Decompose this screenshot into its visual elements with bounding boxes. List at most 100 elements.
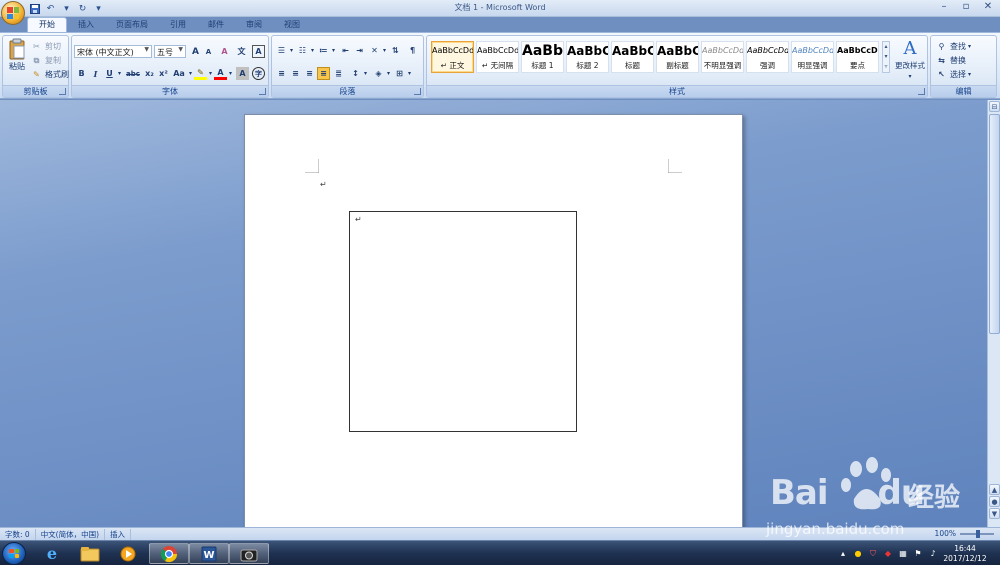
align-left-button[interactable]: ≡ (275, 67, 288, 80)
close-button[interactable]: ✕ (978, 0, 998, 14)
justify-button[interactable]: ≡ (317, 67, 330, 80)
taskbar-explorer[interactable] (70, 543, 110, 564)
numbering-button[interactable]: ☷ ▾ (296, 44, 314, 57)
taskbar-chrome[interactable] (149, 543, 189, 564)
font-color-button[interactable]: A ▾ (214, 67, 232, 80)
gallery-more-icon[interactable]: ▿ (883, 62, 889, 72)
strikethrough-button[interactable]: abc (125, 67, 141, 80)
chevron-down-icon[interactable]: ▾ (883, 52, 889, 62)
browse-object-icon[interactable]: ● (989, 496, 1000, 507)
ruler-toggle-icon[interactable]: ⊟ (989, 101, 1000, 112)
italic-button[interactable]: I (89, 67, 102, 80)
subscript-button[interactable]: x₂ (143, 67, 156, 80)
taskbar-camera-app[interactable] (229, 543, 269, 564)
format-painter-button[interactable]: ✎ 格式刷 (30, 68, 69, 81)
increase-indent-button[interactable]: ⇥ (353, 44, 366, 57)
taskbar-ie[interactable]: e (32, 543, 72, 564)
chinese-layout-button[interactable]: ✕ ▾ (368, 44, 386, 57)
clock[interactable]: 16:44 2017/12/12 (938, 544, 992, 564)
grow-font-button[interactable]: A (189, 45, 202, 58)
style-emphasis[interactable]: AaBbCcDd 强调 (746, 41, 789, 73)
underline-button[interactable]: U ▾ (103, 67, 121, 80)
styles-gallery-scroll[interactable]: ▴ ▾ ▿ (882, 41, 890, 73)
replace-button[interactable]: ⇆ 替换 (935, 54, 966, 67)
font-size-select[interactable]: 五号 ▼ (154, 45, 186, 58)
highlight-button[interactable]: ✎ ▾ (194, 67, 212, 80)
taskbar-media-player[interactable] (108, 543, 148, 564)
shrink-font-button[interactable]: A (202, 45, 215, 58)
borders-button[interactable]: ⊞ ▾ (393, 67, 411, 80)
font-name-select[interactable]: 宋体 (中文正文) ▼ (74, 45, 152, 58)
bold-button[interactable]: B (75, 67, 88, 80)
style-title[interactable]: AaBbC 标题 (611, 41, 654, 73)
character-shading-button[interactable]: A (236, 67, 249, 80)
tab-insert[interactable]: 插入 (67, 18, 105, 32)
qq-icon[interactable]: ● (853, 549, 863, 559)
zoom-slider-knob[interactable] (976, 530, 980, 538)
shading-button[interactable]: ◈ ▾ (372, 67, 390, 80)
sort-button[interactable]: ⇅ (389, 44, 402, 57)
clear-format-button[interactable]: A (218, 45, 231, 58)
find-button[interactable]: ⚲ 查找 ▾ (935, 40, 971, 53)
document-area[interactable]: ↵ ↵ (0, 100, 987, 527)
paragraph-launcher-icon[interactable] (414, 88, 421, 95)
tab-page-layout[interactable]: 页面布局 (105, 18, 159, 32)
security-icon[interactable]: ⛉ (868, 549, 878, 559)
volume-icon[interactable]: ♪ (928, 549, 938, 559)
change-styles-button[interactable]: A 更改样式 ▾ (893, 40, 927, 81)
tab-review[interactable]: 审阅 (235, 18, 273, 32)
minimize-button[interactable]: – (934, 0, 954, 14)
document-page[interactable]: ↵ ↵ (244, 114, 743, 527)
scrollbar-thumb[interactable] (989, 114, 1000, 334)
align-right-button[interactable]: ≡ (303, 67, 316, 80)
bullets-button[interactable]: ☰ ▾ (275, 44, 293, 57)
superscript-button[interactable]: x² (157, 67, 170, 80)
tab-home[interactable]: 开始 (27, 17, 67, 32)
insert-mode-indicator[interactable]: 插入 (105, 528, 132, 540)
language-indicator[interactable]: 中文(简体，中国) (36, 528, 106, 540)
change-case-button[interactable]: Aa ▾ (171, 67, 192, 80)
start-button[interactable] (2, 542, 26, 565)
styles-launcher-icon[interactable] (918, 88, 925, 95)
chevron-up-icon[interactable]: ▴ (883, 42, 889, 52)
multilevel-list-button[interactable]: ≔ ▾ (317, 44, 335, 57)
tab-view[interactable]: 视图 (273, 18, 311, 32)
network-icon[interactable]: ▦ (898, 549, 908, 559)
style-subtitle[interactable]: AaBbC 副标题 (656, 41, 699, 73)
flag-icon[interactable]: ⚑ (913, 549, 923, 559)
style-normal[interactable]: AaBbCcDd ↵ 正文 (431, 41, 474, 73)
show-marks-button[interactable]: ¶ (406, 44, 419, 57)
line-spacing-button[interactable]: ↕ ▾ (349, 67, 367, 80)
style-intense-emphasis[interactable]: AaBbCcDd 明显强调 (791, 41, 834, 73)
word-count[interactable]: 字数: 0 (0, 528, 36, 540)
decrease-indent-button[interactable]: ⇤ (339, 44, 352, 57)
style-heading-2[interactable]: AaBbC 标题 2 (566, 41, 609, 73)
office-button[interactable] (1, 1, 25, 25)
copy-button[interactable]: ⧉ 复制 (30, 54, 61, 67)
style-no-spacing[interactable]: AaBbCcDd ↵ 无间隔 (476, 41, 519, 73)
show-hidden-icons[interactable]: ▴ (838, 549, 848, 559)
app-tray-icon[interactable]: ◆ (883, 549, 893, 559)
phonetic-guide-button[interactable]: 文 (235, 45, 248, 58)
paste-button[interactable]: 粘贴 (6, 38, 28, 72)
character-border-button[interactable]: A (252, 45, 265, 58)
vertical-scrollbar[interactable]: ⊟ ▲ ● ▼ (987, 100, 1000, 527)
taskbar-word[interactable]: W (189, 543, 229, 564)
scroll-up-icon[interactable]: ▲ (989, 484, 1000, 495)
enclose-characters-button[interactable]: 字 (252, 67, 265, 80)
distributed-button[interactable]: ≣ (332, 67, 345, 80)
text-box[interactable]: ↵ (349, 211, 577, 432)
tab-mailings[interactable]: 邮件 (197, 18, 235, 32)
style-heading-1[interactable]: AaBb 标题 1 (521, 41, 564, 73)
align-center-button[interactable]: ≡ (289, 67, 302, 80)
maximize-button[interactable]: ▫ (956, 0, 976, 14)
scroll-down-icon[interactable]: ▼ (989, 508, 1000, 519)
clipboard-launcher-icon[interactable] (59, 88, 66, 95)
font-launcher-icon[interactable] (259, 88, 266, 95)
style-strong[interactable]: AaBbCcDd 要点 (836, 41, 879, 73)
zoom-level[interactable]: 100% (935, 529, 956, 538)
select-button[interactable]: ↖ 选择 ▾ (935, 68, 971, 81)
cut-button[interactable]: ✂ 剪切 (30, 40, 61, 53)
tab-references[interactable]: 引用 (159, 18, 197, 32)
style-subtle-emphasis[interactable]: AaBbCcDd 不明显强调 (701, 41, 744, 73)
